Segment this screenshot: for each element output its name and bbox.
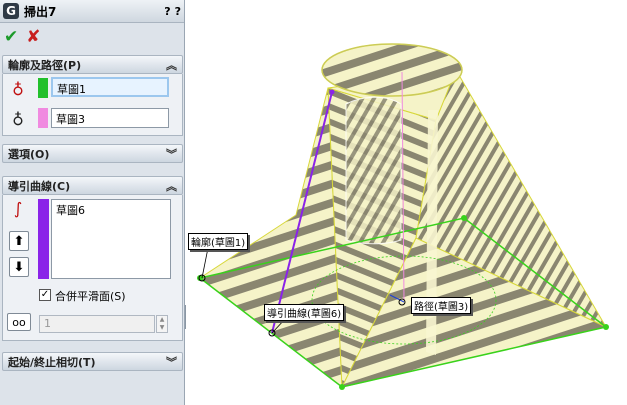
path-sketch-icon: ♁ (12, 109, 24, 129)
pin-help-icon[interactable]: ? (175, 5, 181, 18)
spin-arrows-icon: ▲ ▼ (156, 315, 168, 333)
guide-curve-callout[interactable]: 導引曲線(草圖6) (264, 304, 345, 321)
guide-curve-color-swatch (38, 199, 49, 279)
graphics-area[interactable]: 輪廓(草圖1) 導引曲線(草圖6) 路徑(草圖3) (186, 0, 627, 405)
arrow-down-icon: ⬇ (13, 259, 25, 275)
inner-curved-surface (345, 96, 402, 245)
panel-titlebar: G 掃出7 ? ? (0, 0, 184, 23)
profile-path-group-title: 輪廓及路徑(P) (8, 58, 82, 72)
guide-curves-group-body: ∫ 草圖6 ⬆ ⬇ ✓ 合併平滑面(S) oo 1 ▲ ▼ (2, 195, 183, 341)
guide-curve-icon: ∫ (13, 198, 23, 218)
guide-curves-group-title: 導引曲線(C) (8, 179, 71, 193)
profile-sketch-icon: ♁ (12, 79, 24, 99)
expand-down-icon[interactable]: ︾ (166, 146, 177, 162)
profile-vertex[interactable] (461, 215, 467, 221)
panel-title: 掃出7 (24, 4, 57, 19)
glasses-icon[interactable]: oo (7, 313, 31, 331)
guide-count-field: 1 (39, 315, 155, 333)
profile-vertex[interactable] (339, 384, 345, 390)
profile-callout[interactable]: 輪廓(草圖1) (188, 233, 249, 250)
path-selection-field[interactable]: 草圖3 (51, 108, 169, 128)
profile-selection-field[interactable]: 草圖1 (51, 77, 169, 97)
arrow-up-icon: ⬆ (13, 233, 25, 249)
collapse-up-icon[interactable]: ︽ (166, 57, 177, 73)
sweep-model-view (197, 43, 609, 390)
merge-smooth-faces-label: 合併平滑面(S) (55, 290, 126, 303)
options-group-title: 選項(O) (8, 147, 50, 161)
path-callout[interactable]: 路徑(草圖3) (411, 297, 472, 314)
help-icon[interactable]: ? (164, 5, 170, 18)
ok-cancel-bar: ✔ ✘ (0, 23, 184, 51)
light-strip (426, 110, 438, 355)
merge-smooth-faces-checkbox[interactable]: ✓ (39, 289, 51, 301)
check-icon[interactable]: ✔ (4, 27, 18, 47)
collapse-up-icon[interactable]: ︽ (166, 178, 177, 194)
property-manager-panel: G 掃出7 ? ? ✔ ✘ 輪廓及路徑(P) ︽ ♁ 草圖1 ♁ 草圖3 選項(… (0, 0, 185, 405)
move-up-button[interactable]: ⬆ (9, 231, 29, 251)
guide-curves-group-header[interactable]: 導引曲線(C) ︽ (2, 176, 183, 195)
list-item[interactable]: 草圖6 (56, 202, 166, 218)
move-down-button[interactable]: ⬇ (9, 257, 29, 277)
profile-color-swatch (38, 78, 48, 98)
expand-down-icon[interactable]: ︾ (166, 354, 177, 370)
profile-path-group-body: ♁ 草圖1 ♁ 草圖3 (2, 74, 183, 136)
options-group-header[interactable]: 選項(O) ︾ (2, 144, 183, 163)
tangency-group-header[interactable]: 起始/終止相切(T) ︾ (2, 352, 183, 371)
sweep-feature-icon: G (3, 3, 19, 19)
tangency-group-title: 起始/終止相切(T) (8, 355, 96, 369)
guide-curves-list[interactable]: 草圖6 (51, 199, 171, 279)
guide-curve-endpoint[interactable] (329, 89, 335, 95)
profile-path-group-header[interactable]: 輪廓及路徑(P) ︽ (2, 55, 183, 74)
profile-vertex[interactable] (603, 324, 609, 330)
close-icon[interactable]: ✘ (26, 27, 40, 47)
path-color-swatch (38, 108, 48, 128)
